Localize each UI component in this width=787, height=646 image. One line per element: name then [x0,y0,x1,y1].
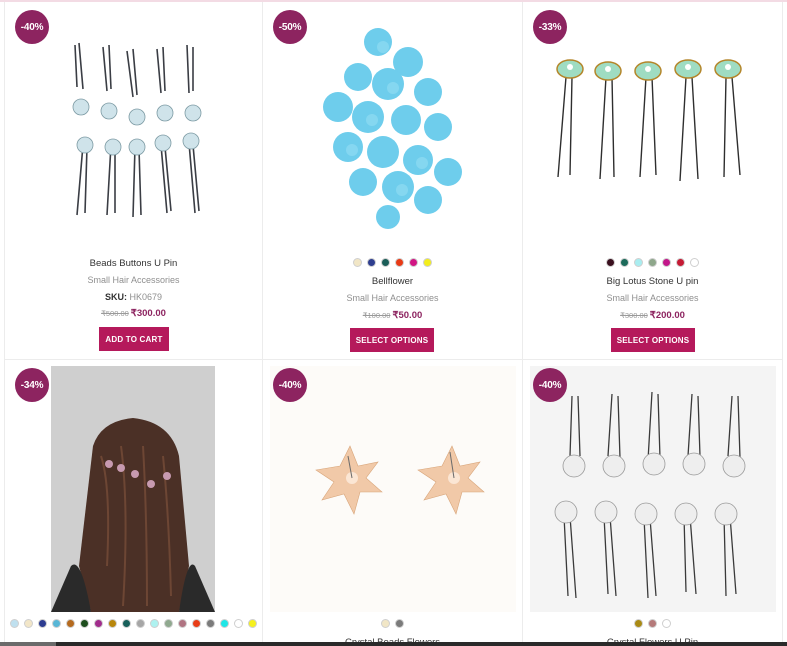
color-swatch[interactable] [206,619,215,628]
color-swatch[interactable] [136,619,145,628]
color-swatches [5,619,262,628]
color-swatch[interactable] [690,258,699,267]
color-swatch[interactable] [66,619,75,628]
select-options-button[interactable]: SELECT OPTIONS [611,328,695,352]
color-swatch[interactable] [409,258,418,267]
color-swatch[interactable] [381,619,390,628]
discount-badge: -34% [15,368,49,402]
discount-badge: -40% [273,368,307,402]
sale-price: ₹50.00 [392,310,423,321]
color-swatch[interactable] [122,619,131,628]
product-card[interactable]: -50% Bellflower Small Hair Accessories ₹… [263,2,523,360]
product-title[interactable]: Beads Buttons U Pin [5,258,262,269]
crystal-bead-flowers-image[interactable] [270,366,516,612]
lotus-stone-pin-image[interactable] [548,47,758,187]
product-card[interactable]: -40% Crystal Beads Flowers [263,360,523,646]
product-card[interactable]: -34% [4,360,263,646]
color-swatch[interactable] [606,258,615,267]
horizontal-scrollbar[interactable] [0,642,787,646]
color-swatch[interactable] [648,619,657,628]
discount-badge: -40% [533,368,567,402]
crystal-flower-pins-image[interactable] [530,366,776,612]
color-swatch[interactable] [10,619,19,628]
product-card[interactable]: -40% Beads Buttons U Pin Small Hair Acce… [4,2,263,360]
color-swatches [523,619,782,628]
color-swatch[interactable] [38,619,47,628]
product-category[interactable]: Small Hair Accessories [263,293,522,303]
color-swatch[interactable] [24,619,33,628]
product-price: ₹300.00 ₹200.00 [523,310,782,321]
product-title[interactable]: Bellflower [263,276,522,287]
color-swatches [263,619,522,628]
color-swatch[interactable] [248,619,257,628]
scrollbar-thumb[interactable] [0,642,56,646]
color-swatch[interactable] [80,619,89,628]
color-swatch[interactable] [178,619,187,628]
product-category[interactable]: Small Hair Accessories [523,293,782,303]
color-swatch[interactable] [634,258,643,267]
old-price: ₹300.00 [620,311,648,320]
color-swatch[interactable] [395,619,404,628]
sku-value: HK0679 [129,292,163,302]
product-price: ₹500.00 ₹300.00 [5,308,262,319]
product-title[interactable]: Big Lotus Stone U pin [523,276,782,287]
color-swatch[interactable] [108,619,117,628]
color-swatch[interactable] [220,619,229,628]
discount-badge: -40% [15,10,49,44]
color-swatch[interactable] [94,619,103,628]
sale-price: ₹300.00 [130,308,166,319]
color-swatch[interactable] [634,619,643,628]
color-swatch[interactable] [676,258,685,267]
color-swatch[interactable] [662,619,671,628]
color-swatch[interactable] [192,619,201,628]
add-to-cart-button[interactable]: ADD TO CART [99,327,169,351]
color-swatch[interactable] [395,258,404,267]
sku-label: SKU: [104,292,127,302]
select-options-button[interactable]: SELECT OPTIONS [350,328,434,352]
hair-model-image[interactable] [51,366,215,612]
old-price: ₹500.00 [101,309,129,318]
color-swatch[interactable] [620,258,629,267]
color-swatch[interactable] [662,258,671,267]
old-price: ₹100.00 [362,311,391,320]
color-swatch[interactable] [367,258,376,267]
discount-badge: -50% [273,10,307,44]
discount-badge: -33% [533,10,567,44]
color-swatch[interactable] [150,619,159,628]
color-swatch[interactable] [353,258,362,267]
hair-pin-pearl-image[interactable] [45,27,225,227]
sale-price: ₹200.00 [649,310,685,321]
product-card[interactable]: -33% Big Lotus Stone U pin Small Hair Ac… [523,2,783,360]
color-swatch[interactable] [52,619,61,628]
color-swatch[interactable] [164,619,173,628]
color-swatch[interactable] [423,258,432,267]
color-swatch[interactable] [234,619,243,628]
blue-flower-beads-image[interactable] [308,22,478,232]
product-price: ₹100.00 ₹50.00 [263,310,522,321]
color-swatch[interactable] [381,258,390,267]
color-swatch[interactable] [648,258,657,267]
product-sku: SKU: HK0679 [5,292,262,302]
color-swatches [263,258,522,267]
product-category[interactable]: Small Hair Accessories [5,275,262,285]
color-swatches [523,258,782,267]
product-card[interactable]: -40% Crystal Flowers U Pin [523,360,783,646]
